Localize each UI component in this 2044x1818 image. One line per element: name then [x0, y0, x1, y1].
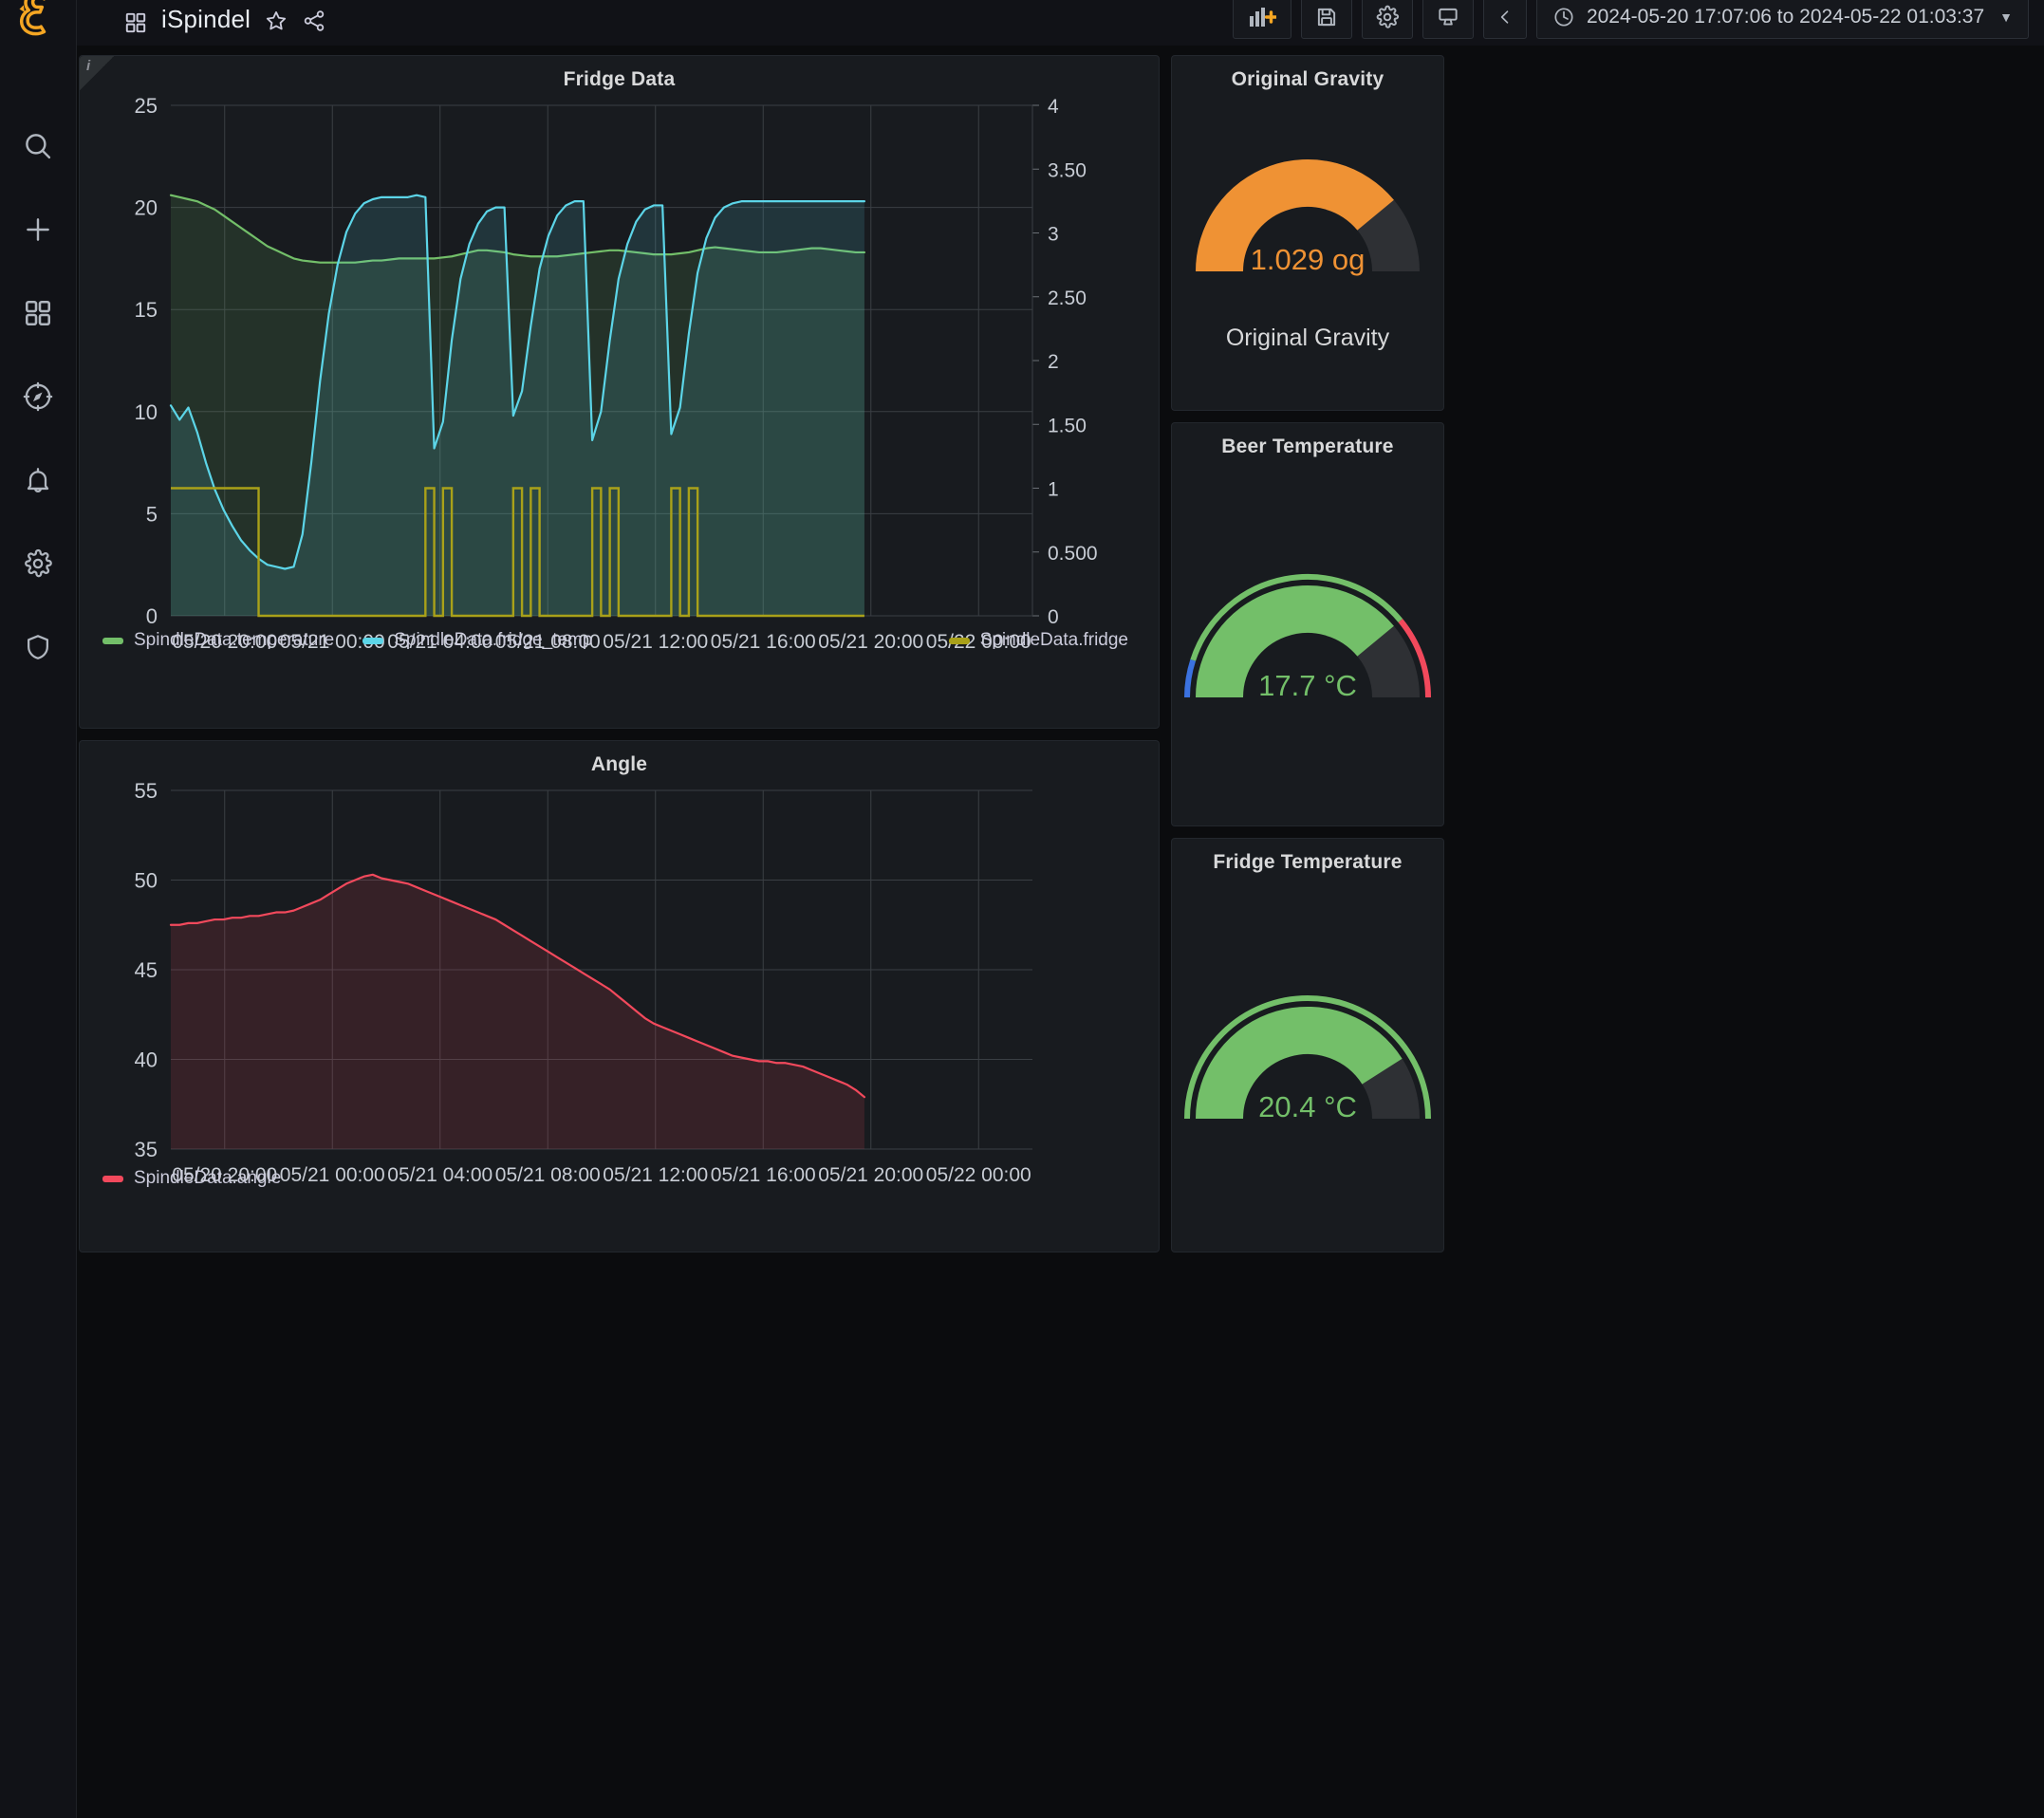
share-icon[interactable] [302, 9, 326, 33]
panel-beer-temperature: Beer Temperature 17.7 °C [1171, 422, 1444, 826]
legend-item[interactable]: SpindleData.angle [102, 1168, 281, 1189]
star-icon[interactable] [264, 9, 288, 33]
svg-text:4: 4 [1048, 96, 1059, 118]
dashboard-title-group: iSpindel [123, 5, 326, 38]
panel-title-beer-temperature: Beer Temperature [1221, 436, 1394, 457]
legend-label: SpindleData.temperature [134, 630, 335, 650]
legend-label: SpindleData.fridge [979, 630, 1128, 650]
clock-icon [1552, 6, 1575, 28]
dashboard-settings-button[interactable] [1361, 0, 1413, 39]
panel-fridge-data: i Fridge Data 25 20 15 10 5 0 05/20 20:00 05/21… [79, 55, 1160, 729]
angle-legend: SpindleData.angle [80, 1168, 1159, 1189]
gauge-label-original-gravity: Original Gravity [1225, 325, 1390, 351]
top-navbar: iSpindel 2024-05-20 17:07:06 to 2024-05-… [77, 0, 2044, 46]
fridge-data-plot: 252015105005/20 20:00 05/21 00:00 05/21 04… [135, 94, 1098, 653]
sidebar-item-search[interactable] [0, 104, 77, 188]
svg-text:5: 5 [146, 502, 158, 526]
svg-text:50: 50 [135, 869, 158, 893]
gauge-value-original-gravity: 1.029 og [1250, 243, 1366, 276]
chevron-down-icon: ▼ [1999, 9, 2013, 25]
fridge-data-legend: SpindleData.temperature SpindleData.fridg… [80, 630, 1159, 651]
svg-text:35: 35 [135, 1138, 158, 1161]
time-range-label: 2024-05-20 17:07:06 to 2024-05-22 01:03:… [1586, 6, 1985, 28]
svg-text:55: 55 [135, 779, 158, 803]
panel-fridge-temperature: Fridge Temperature 20.4 °C [1171, 838, 1444, 1252]
angle-plot: 555045403505/20 20:00 05/21 00:00 05/21 04… [135, 779, 1032, 1186]
svg-text:20: 20 [135, 196, 158, 220]
sidebar-item-create[interactable] [0, 188, 77, 271]
svg-text:2: 2 [1048, 351, 1059, 373]
svg-text:0: 0 [146, 604, 158, 628]
sidebar-item-server-admin[interactable] [0, 605, 77, 689]
legend-color-swatch [102, 637, 123, 644]
sidebar-item-configuration[interactable] [0, 522, 77, 605]
grafana-logo-icon[interactable] [8, 0, 68, 44]
time-range-zoom-out-button[interactable] [1482, 0, 1527, 39]
svg-text:2.50: 2.50 [1048, 288, 1087, 309]
save-dashboard-button[interactable] [1300, 0, 1352, 39]
dashboard-grid-icon [123, 10, 148, 35]
fridge-data-chart[interactable]: 25 20 15 10 5 0 05/20 20:00 05/21 00:00 05/21 04… [80, 56, 1159, 728]
sidebar [0, 0, 77, 1818]
svg-text:0: 0 [1048, 606, 1059, 628]
cycle-view-mode-button[interactable] [1422, 0, 1474, 39]
legend-item[interactable]: SpindleData.fridge [948, 630, 1128, 651]
svg-text:3.50: 3.50 [1048, 159, 1087, 181]
legend-label: SpindleData.angle [134, 1168, 282, 1188]
svg-text:25: 25 [135, 94, 158, 118]
svg-text:45: 45 [135, 958, 158, 982]
legend-item[interactable]: SpindleData.temperature [102, 630, 334, 651]
sidebar-item-dashboards[interactable] [0, 271, 77, 355]
fridge-temperature-gauge[interactable]: 20.4 °C [1172, 986, 1443, 1138]
sidebar-item-explore[interactable] [0, 355, 77, 438]
legend-color-swatch [102, 1175, 123, 1182]
svg-text:1: 1 [1048, 479, 1059, 501]
svg-text:3: 3 [1048, 224, 1059, 246]
gauge-value-fridge-temperature: 20.4 °C [1258, 1090, 1357, 1123]
svg-text:0.500: 0.500 [1048, 543, 1098, 565]
toolbar: 2024-05-20 17:07:06 to 2024-05-22 01:03:… [1232, 0, 2029, 39]
svg-text:10: 10 [135, 400, 158, 424]
legend-item[interactable]: SpindleData.fridge_temp [362, 630, 592, 651]
gauge-value-beer-temperature: 17.7 °C [1258, 669, 1357, 702]
legend-color-swatch [948, 637, 970, 644]
svg-text:40: 40 [135, 1048, 158, 1072]
legend-color-swatch [362, 637, 384, 644]
panel-title-original-gravity: Original Gravity [1231, 68, 1384, 90]
panel-angle: Angle 55 50 45 40 35 05/20 20:00 05/21 00:00 05… [79, 740, 1160, 1252]
time-range-picker[interactable]: 2024-05-20 17:07:06 to 2024-05-22 01:03:… [1535, 0, 2029, 39]
beer-temperature-gauge[interactable]: 17.7 °C [1172, 565, 1443, 716]
svg-text:1.50: 1.50 [1048, 415, 1087, 436]
original-gravity-gauge[interactable]: 1.029 og [1172, 139, 1443, 290]
page-title: iSpindel [161, 4, 251, 33]
dashboard-canvas: i Fridge Data 25 20 15 10 5 0 05/20 20:00 05/21… [77, 46, 2044, 1818]
svg-text:15: 15 [135, 298, 158, 322]
panel-title-fridge-temperature: Fridge Temperature [1213, 851, 1403, 873]
add-panel-button[interactable] [1232, 0, 1291, 39]
sidebar-item-alerting[interactable] [0, 438, 77, 522]
panel-original-gravity: Original Gravity 1.029 og Original Gravi… [1171, 55, 1444, 411]
legend-label: SpindleData.fridge_temp [394, 630, 593, 650]
